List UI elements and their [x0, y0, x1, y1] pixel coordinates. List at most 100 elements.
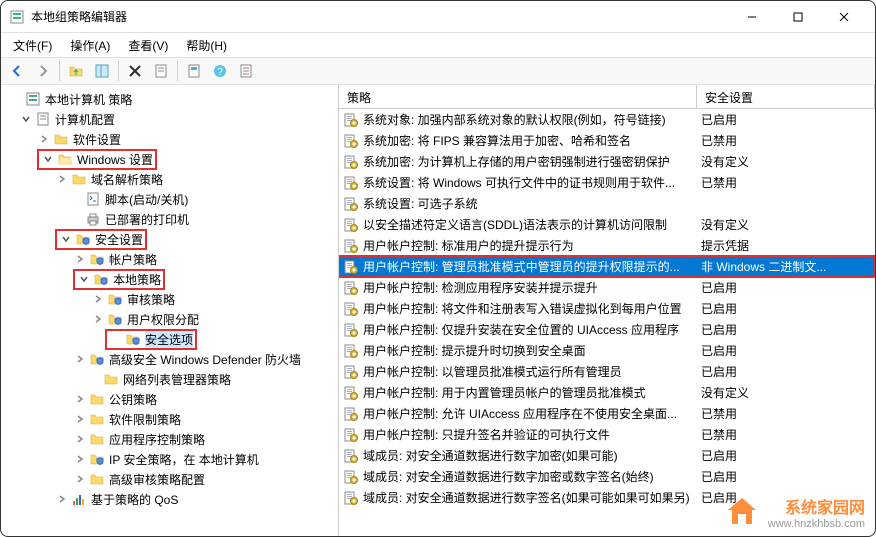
list-row[interactable]: 域成员: 对安全通道数据进行数字加密或数字签名(始终)已启用: [339, 466, 875, 487]
list-row[interactable]: 用户帐户控制: 允许 UIAccess 应用程序在不使用安全桌面...已禁用: [339, 403, 875, 424]
tree-label: 公钥策略: [109, 391, 157, 408]
list-row[interactable]: 用户帐户控制: 管理员批准模式中管理员的提升权限提示的...非 Windows …: [339, 256, 875, 277]
tree-item-defender[interactable]: 高级安全 Windows Defender 防火墙: [1, 349, 338, 369]
setting-cell: 已启用: [697, 321, 875, 338]
expander-icon[interactable]: [19, 112, 33, 126]
menu-help[interactable]: 帮助(H): [178, 35, 235, 56]
show-tree-button[interactable]: [90, 59, 114, 83]
delete-button[interactable]: [123, 59, 147, 83]
column-setting[interactable]: 安全设置: [697, 85, 875, 108]
expander-icon[interactable]: [73, 472, 87, 486]
list-row[interactable]: 用户帐户控制: 仅提升安装在安全位置的 UIAccess 应用程序 已启用: [339, 319, 875, 340]
list-row[interactable]: 用户帐户控制: 检测应用程序安装并提示提升已启用: [339, 277, 875, 298]
list-row[interactable]: 系统加密: 将 FIPS 兼容算法用于加密、哈希和签名已禁用: [339, 130, 875, 151]
expander-icon[interactable]: [87, 372, 101, 386]
properties-button[interactable]: [234, 59, 258, 83]
expander-icon[interactable]: [55, 492, 69, 506]
tree-item-user_rights[interactable]: 用户权限分配: [1, 309, 338, 329]
tree-item-security_options[interactable]: 安全选项: [1, 329, 338, 349]
expander-icon[interactable]: [73, 352, 87, 366]
list-header: 策略 安全设置: [339, 85, 875, 109]
close-button[interactable]: [821, 1, 867, 33]
tree-item-printers[interactable]: 已部署的打印机: [1, 209, 338, 229]
list-row[interactable]: 系统加密: 为计算机上存储的用户密钥强制进行强密钥保护没有定义: [339, 151, 875, 172]
list-row[interactable]: 域成员: 对安全通道数据进行数字加密(如果可能)已启用: [339, 445, 875, 466]
expander-icon[interactable]: [91, 292, 105, 306]
list-body: 系统对象: 加强内部系统对象的默认权限(例如，符号链接)已启用系统加密: 将 F…: [339, 109, 875, 508]
expander-icon[interactable]: [73, 452, 87, 466]
list-row[interactable]: 系统对象: 加强内部系统对象的默认权限(例如，符号链接)已启用: [339, 109, 875, 130]
tree-item-audit_policy[interactable]: 审核策略: [1, 289, 338, 309]
expander-icon[interactable]: [91, 312, 105, 326]
list-row[interactable]: 用户帐户控制: 提示提升时切换到安全桌面已启用: [339, 340, 875, 361]
toolbar: ?: [1, 57, 875, 85]
policy-text: 域成员: 对安全通道数据进行数字签名(如果可能如果可如果另): [363, 489, 690, 506]
policy-text: 系统设置: 将 Windows 可执行文件中的证书规则用于软件...: [363, 174, 675, 191]
maximize-button[interactable]: [775, 1, 821, 33]
forward-button[interactable]: [31, 59, 55, 83]
expander-icon[interactable]: [37, 132, 51, 146]
column-policy[interactable]: 策略: [339, 85, 697, 108]
list-row[interactable]: 系统设置: 将 Windows 可执行文件中的证书规则用于软件... 已禁用: [339, 172, 875, 193]
policy-cell: 系统加密: 为计算机上存储的用户密钥强制进行强密钥保护: [339, 153, 697, 170]
tree-item-ip_security[interactable]: IP 安全策略，在 本地计算机: [1, 449, 338, 469]
policy-cell: 用户帐户控制: 仅提升安装在安全位置的 UIAccess 应用程序: [339, 321, 697, 338]
expander-icon[interactable]: [73, 432, 87, 446]
back-button[interactable]: [5, 59, 29, 83]
refresh-button[interactable]: [182, 59, 206, 83]
tree-item-qos[interactable]: 基于策略的 QoS: [1, 489, 338, 509]
policy-text: 用户帐户控制: 仅提升安装在安全位置的 UIAccess 应用程序: [363, 321, 679, 338]
expander-icon[interactable]: [55, 172, 69, 186]
setting-cell: 已启用: [697, 468, 875, 485]
expander-icon[interactable]: [77, 272, 91, 286]
setting-cell: 非 Windows 二进制文...: [697, 258, 875, 275]
export-button[interactable]: [149, 59, 173, 83]
list-row[interactable]: 系统设置: 可选子系统: [339, 193, 875, 214]
expander-icon[interactable]: [41, 152, 55, 166]
tree-label: 安全设置: [95, 231, 143, 248]
menu-action[interactable]: 操作(A): [62, 35, 118, 56]
tree-item-software_settings[interactable]: 软件设置: [1, 129, 338, 149]
expander-icon[interactable]: [73, 412, 87, 426]
menu-view[interactable]: 查看(V): [120, 35, 176, 56]
window-title: 本地组策略编辑器: [31, 8, 729, 25]
minimize-button[interactable]: [729, 1, 775, 33]
tree-item-security_settings[interactable]: 安全设置: [1, 229, 338, 249]
tree-item-account_policies[interactable]: 帐户策略: [1, 249, 338, 269]
list-pane[interactable]: 策略 安全设置 系统对象: 加强内部系统对象的默认权限(例如，符号链接)已启用系…: [339, 85, 875, 536]
expander-icon[interactable]: [9, 92, 23, 106]
tree-item-advanced_audit[interactable]: 高级审核策略配置: [1, 469, 338, 489]
list-row[interactable]: 用户帐户控制: 只提升签名并验证的可执行文件已禁用: [339, 424, 875, 445]
expander-icon[interactable]: [109, 332, 123, 346]
tree-item-scripts[interactable]: 脚本(启动/关机): [1, 189, 338, 209]
up-button[interactable]: [64, 59, 88, 83]
help-button[interactable]: ?: [208, 59, 232, 83]
tree-item-app_control[interactable]: 应用程序控制策略: [1, 429, 338, 449]
tree-item-computer_config[interactable]: 计算机配置: [1, 109, 338, 129]
tree-item-windows_settings[interactable]: Windows 设置: [1, 149, 338, 169]
list-row[interactable]: 以安全描述符定义语言(SDDL)语法表示的计算机访问限制没有定义: [339, 214, 875, 235]
tree-item-dns_policy[interactable]: 域名解析策略: [1, 169, 338, 189]
list-row[interactable]: 用户帐户控制: 标准用户的提升提示行为提示凭据: [339, 235, 875, 256]
expander-icon[interactable]: [73, 252, 87, 266]
list-row[interactable]: 用户帐户控制: 将文件和注册表写入错误虚拟化到每用户位置已启用: [339, 298, 875, 319]
expander-icon[interactable]: [69, 212, 83, 226]
policy-cell: 系统设置: 可选子系统: [339, 195, 697, 212]
app-icon: [9, 9, 25, 25]
tree-item-network_list[interactable]: 网络列表管理器策略: [1, 369, 338, 389]
expander-icon[interactable]: [73, 392, 87, 406]
setting-cell: 已启用: [697, 342, 875, 359]
setting-cell: 已禁用: [697, 174, 875, 191]
policy-cell: 用户帐户控制: 将文件和注册表写入错误虚拟化到每用户位置: [339, 300, 697, 317]
list-row[interactable]: 用户帐户控制: 以管理员批准模式运行所有管理员已启用: [339, 361, 875, 382]
expander-icon[interactable]: [59, 232, 73, 246]
list-row[interactable]: 用户帐户控制: 用于内置管理员帐户的管理员批准模式没有定义: [339, 382, 875, 403]
toolbar-separator: [177, 61, 178, 81]
expander-icon[interactable]: [69, 192, 83, 206]
tree-item-public_key[interactable]: 公钥策略: [1, 389, 338, 409]
tree-item-root[interactable]: 本地计算机 策略: [1, 89, 338, 109]
tree-item-software_restrict[interactable]: 软件限制策略: [1, 409, 338, 429]
tree-pane[interactable]: 本地计算机 策略计算机配置软件设置Windows 设置域名解析策略脚本(启动/关…: [1, 85, 339, 536]
menu-file[interactable]: 文件(F): [5, 35, 60, 56]
tree-item-local_policies[interactable]: 本地策略: [1, 269, 338, 289]
